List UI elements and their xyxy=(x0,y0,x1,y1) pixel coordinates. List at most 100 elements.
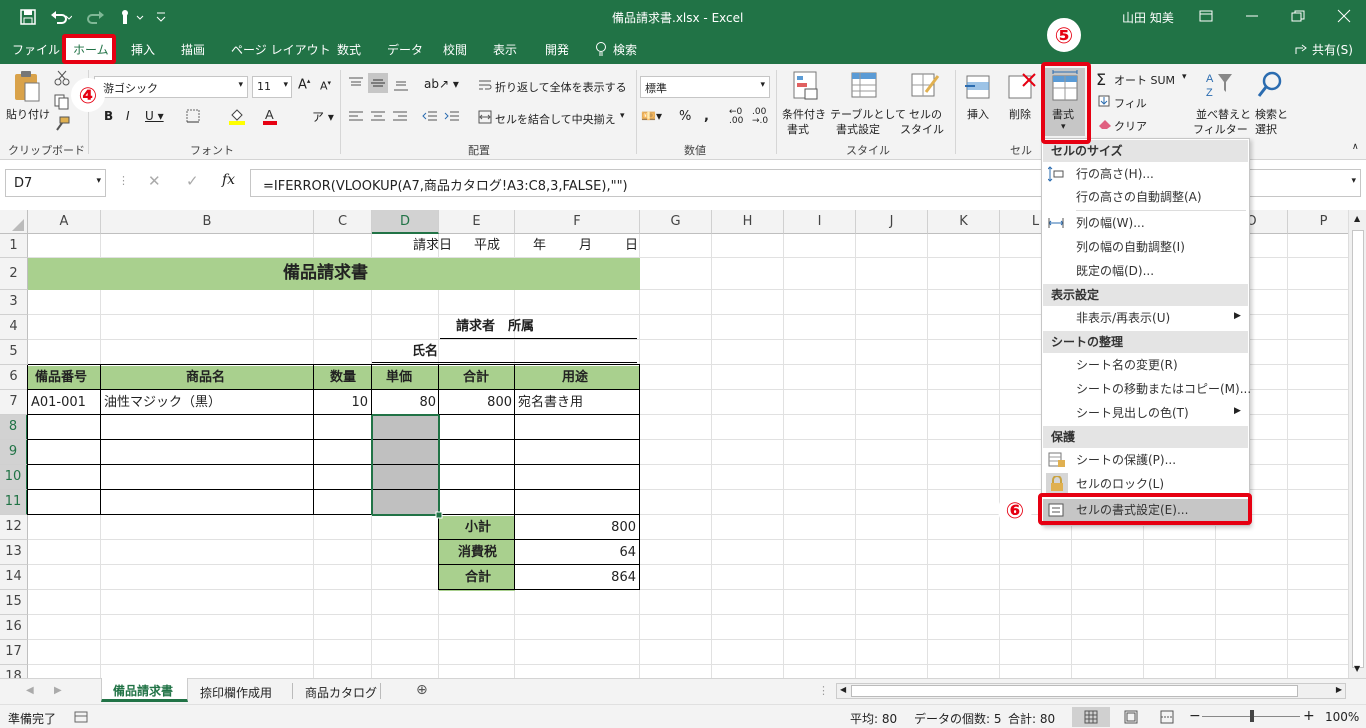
font-size-select[interactable]: 11 ▾ xyxy=(252,76,292,98)
scroll-right-icon[interactable]: ▶ xyxy=(1336,685,1342,694)
find-select-sub[interactable]: 選択 xyxy=(1255,121,1277,137)
wrap-text-button[interactable]: 折り返して全体を表示する xyxy=(495,79,627,95)
redo-icon[interactable] xyxy=(86,9,108,25)
status-sum[interactable]: 合計: 80 xyxy=(1008,710,1055,727)
ribbon-display-options-icon[interactable] xyxy=(1199,10,1213,22)
zoom-out-icon[interactable]: − xyxy=(1189,708,1201,724)
cell-styles-icon[interactable] xyxy=(910,70,940,102)
enter-icon[interactable]: ✓ xyxy=(186,172,199,190)
tell-me-search[interactable]: 検索 xyxy=(613,41,637,58)
tab-data[interactable]: データ xyxy=(387,41,423,58)
tab-page-layout[interactable]: ページ レイアウト xyxy=(231,41,331,58)
merge-center-icon[interactable] xyxy=(478,110,492,124)
menu-protect-sheet[interactable]: シートの保護(P)... xyxy=(1076,449,1176,471)
currency-format-icon[interactable]: 💴▾ xyxy=(641,109,662,123)
merge-dropdown-icon[interactable]: ▾ xyxy=(620,111,625,121)
tab-view[interactable]: 表示 xyxy=(493,41,517,58)
menu-row-autofit[interactable]: 行の高さの自動調整(A) xyxy=(1076,186,1202,208)
cut-icon[interactable] xyxy=(54,70,70,86)
hscroll-thumb[interactable] xyxy=(851,685,1298,697)
zoom-in-icon[interactable]: + xyxy=(1303,708,1315,724)
shrink-font-icon[interactable]: A▾ xyxy=(320,79,331,93)
align-top-icon[interactable] xyxy=(348,77,364,91)
zoom-slider-thumb[interactable] xyxy=(1250,710,1254,722)
fill-down-icon[interactable] xyxy=(1098,95,1110,107)
share-icon[interactable] xyxy=(1294,42,1308,56)
menu-tab-color[interactable]: シート見出しの色(T) xyxy=(1076,402,1189,424)
menu-lock-cell[interactable]: セルのロック(L) xyxy=(1076,473,1164,495)
percent-style-icon[interactable]: % xyxy=(679,109,691,124)
decrease-decimal-icon[interactable]: .00 →.0 xyxy=(752,108,768,126)
autosum-button[interactable]: オート SUM xyxy=(1114,72,1175,88)
format-as-table-button[interactable]: テーブルとして xyxy=(830,106,906,122)
font-name-select[interactable]: 游ゴシック ▾ xyxy=(94,76,248,98)
customize-qat-icon[interactable] xyxy=(155,10,167,24)
insert-function-icon[interactable]: fx xyxy=(222,172,235,188)
menu-hide-unhide[interactable]: 非表示/再表示(U) xyxy=(1076,307,1170,329)
comma-style-icon[interactable]: , xyxy=(704,109,709,124)
delete-cells-icon[interactable] xyxy=(1007,70,1037,102)
next-sheet-icon[interactable]: ▶ xyxy=(54,685,62,696)
conditional-formatting-button[interactable]: 条件付き xyxy=(782,106,826,122)
italic-icon[interactable]: I xyxy=(126,109,130,123)
tab-split-icon[interactable]: ⋮ xyxy=(818,684,829,697)
undo-icon[interactable] xyxy=(50,9,72,25)
menu-column-width[interactable]: 列の幅(W)... xyxy=(1076,212,1145,234)
fill-button[interactable]: フィル xyxy=(1114,95,1147,111)
vertical-scrollbar[interactable]: ▲ ▼ xyxy=(1348,210,1366,678)
underline-icon[interactable]: U ▾ xyxy=(145,109,164,123)
tab-file[interactable]: ファイル xyxy=(12,41,60,58)
tab-insert[interactable]: 挿入 xyxy=(131,41,155,58)
cell-styles-sub[interactable]: スタイル xyxy=(900,121,944,137)
find-select-icon[interactable] xyxy=(1256,70,1286,102)
tab-home[interactable]: ホーム xyxy=(62,34,116,64)
page-break-view-icon[interactable] xyxy=(1160,710,1174,724)
align-right-icon[interactable] xyxy=(392,111,408,123)
number-format-select[interactable]: 標準 ▾ xyxy=(640,76,770,98)
chevron-down-icon[interactable]: ▾ xyxy=(1182,72,1187,82)
align-center-icon[interactable] xyxy=(370,111,386,123)
cell-styles-button[interactable]: セルの xyxy=(909,106,942,122)
find-select-button[interactable]: 検索と xyxy=(1255,106,1288,122)
decrease-indent-icon[interactable] xyxy=(422,111,438,123)
align-left-icon[interactable] xyxy=(348,111,364,123)
minimize-icon[interactable] xyxy=(1245,10,1259,22)
scroll-up-icon[interactable]: ▲ xyxy=(1354,214,1360,223)
zoom-level[interactable]: 100% xyxy=(1325,710,1359,724)
insert-cells-icon[interactable] xyxy=(965,70,993,102)
orientation-icon[interactable]: ab↗ ▾ xyxy=(424,77,459,91)
status-count[interactable]: データの個数: 5 xyxy=(914,710,1002,727)
clear-button[interactable]: クリア xyxy=(1114,118,1147,134)
paste-icon[interactable] xyxy=(12,70,42,104)
phonetic-guide-icon[interactable]: ア ▾ xyxy=(312,108,334,125)
scroll-left-icon[interactable]: ◀ xyxy=(840,685,846,694)
paste-button[interactable]: 貼り付け xyxy=(6,106,50,122)
share-button[interactable]: 共有(S) xyxy=(1312,41,1353,58)
normal-view-button[interactable] xyxy=(1072,707,1110,727)
tab-developer[interactable]: 開発 xyxy=(545,41,569,58)
close-icon[interactable] xyxy=(1337,9,1351,23)
user-name[interactable]: 山田 知美 xyxy=(1122,9,1174,26)
page-layout-view-icon[interactable] xyxy=(1124,710,1138,724)
tab-formulas[interactable]: 数式 xyxy=(337,41,361,58)
sheet-tab-3[interactable]: 商品カタログ xyxy=(305,684,377,701)
name-box[interactable]: D7 ▾ xyxy=(5,169,106,197)
touch-mode-icon[interactable] xyxy=(117,8,147,26)
expand-formula-icon[interactable]: ▾ xyxy=(1351,176,1356,186)
status-average[interactable]: 平均: 80 xyxy=(850,710,897,727)
format-painter-icon[interactable] xyxy=(54,116,70,132)
font-color-icon[interactable]: A xyxy=(262,107,278,125)
increase-indent-icon[interactable] xyxy=(444,111,460,123)
insert-cells-button[interactable]: 挿入 xyxy=(967,106,989,122)
merge-center-button[interactable]: セルを結合して中央揃え xyxy=(495,111,616,127)
wrap-text-icon[interactable] xyxy=(478,78,492,92)
sheet-tab-2[interactable]: 捺印欄作成用 xyxy=(200,684,272,701)
menu-column-autofit[interactable]: 列の幅の自動調整(I) xyxy=(1076,236,1185,258)
prev-sheet-icon[interactable]: ◀ xyxy=(26,685,34,696)
fill-handle[interactable] xyxy=(435,511,443,519)
menu-default-width[interactable]: 既定の幅(D)... xyxy=(1076,260,1154,282)
sheet-tab-active[interactable]: 備品請求書 xyxy=(101,678,188,702)
grow-font-icon[interactable]: A▴ xyxy=(298,77,310,92)
align-middle-button[interactable] xyxy=(368,73,388,93)
conditional-formatting-sub[interactable]: 書式 xyxy=(787,121,809,137)
